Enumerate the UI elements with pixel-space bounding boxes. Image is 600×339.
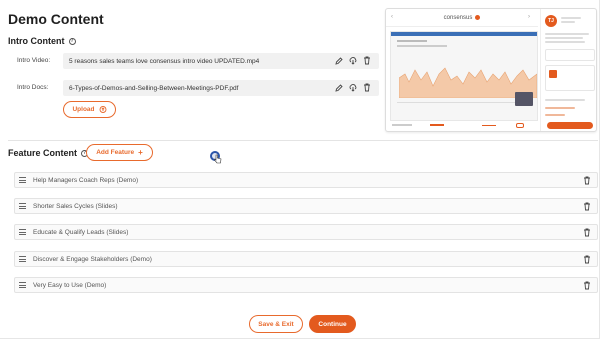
preview-text-line — [397, 40, 427, 42]
chevron-left-icon[interactable]: ‹ — [391, 14, 393, 20]
trash-icon[interactable] — [363, 83, 371, 92]
trash-icon[interactable] — [583, 255, 591, 264]
preview-sidebar: TJ — [540, 9, 596, 131]
presenter-video-thumb — [515, 92, 533, 106]
pointer-hand-icon — [214, 154, 222, 164]
trash-icon[interactable] — [363, 56, 371, 65]
preview-text-line — [545, 33, 589, 35]
demo-preview[interactable]: consensus ‹ › TJ — [385, 8, 597, 132]
trash-icon[interactable] — [583, 228, 591, 237]
feature-label: Help Managers Coach Reps (Demo) — [33, 176, 139, 184]
page-title: Demo Content — [8, 11, 104, 27]
chevron-right-icon[interactable]: › — [528, 14, 530, 20]
preview-text-line — [545, 41, 585, 43]
intro-docs-label: Intro Docs: — [17, 84, 49, 91]
upload-icon — [99, 105, 107, 114]
intro-section-title: Intro Content ? — [8, 36, 76, 46]
drag-handle-icon[interactable] — [19, 256, 26, 262]
feature-label: Educate & Qualify Leads (Slides) — [33, 228, 129, 236]
preview-text-line — [561, 21, 575, 23]
feature-row[interactable]: Discover & Engage Stakeholders (Demo) — [14, 251, 598, 267]
feature-label: Very Easy to Use (Demo) — [33, 281, 107, 289]
preview-header: consensus — [386, 9, 538, 27]
intro-video-filename: 5 reasons sales teams love consensus int… — [69, 57, 260, 65]
add-feature-button[interactable]: Add Feature + — [86, 144, 153, 161]
save-exit-button[interactable]: Save & Exit — [249, 315, 303, 333]
preview-cta-button — [547, 122, 593, 129]
plus-icon: + — [138, 147, 143, 157]
drag-handle-icon[interactable] — [19, 203, 26, 209]
preview-brand: consensus — [443, 14, 473, 21]
preview-axis — [397, 102, 533, 103]
feature-section-title: Feature Content ? — [8, 148, 89, 158]
drag-handle-icon[interactable] — [19, 177, 26, 183]
cloud-download-icon[interactable] — [349, 83, 357, 92]
pencil-icon[interactable] — [335, 56, 343, 65]
intro-docs-actions — [335, 83, 371, 92]
intro-video-file: 5 reasons sales teams love consensus int… — [63, 53, 379, 69]
intro-section-label: Intro Content — [8, 36, 65, 46]
feature-row[interactable]: Very Easy to Use (Demo) — [14, 277, 598, 293]
preview-text-line — [545, 99, 585, 101]
feature-section-label: Feature Content — [8, 148, 78, 158]
help-circle-icon[interactable]: ? — [68, 37, 76, 45]
mouse-cursor — [210, 151, 222, 164]
feature-row[interactable]: Educate & Qualify Leads (Slides) — [14, 224, 598, 240]
preview-side-card — [545, 65, 595, 91]
drag-handle-icon[interactable] — [19, 229, 26, 235]
trash-icon[interactable] — [583, 202, 591, 211]
feature-row[interactable]: Shorter Sales Cycles (Slides) — [14, 198, 598, 214]
drag-handle-icon[interactable] — [19, 282, 26, 288]
intro-docs-file: 6-Types-of-Demos-and-Selling-Between-Mee… — [63, 80, 379, 96]
pencil-icon[interactable] — [335, 83, 343, 92]
preview-text-line — [545, 114, 565, 116]
avatar: TJ — [545, 15, 557, 27]
preview-text-line — [545, 37, 583, 39]
brand-logo-icon — [475, 15, 481, 20]
preview-side-card — [545, 49, 595, 61]
trash-icon[interactable] — [583, 281, 591, 290]
intro-video-actions — [335, 56, 371, 65]
trash-icon[interactable] — [583, 176, 591, 185]
feature-label: Discover & Engage Stakeholders (Demo) — [33, 255, 152, 263]
continue-button[interactable]: Continue — [309, 315, 356, 333]
preview-topbar — [391, 32, 537, 36]
preview-footer — [390, 122, 538, 131]
cloud-download-icon[interactable] — [349, 56, 357, 65]
preview-text-line — [561, 17, 581, 19]
preview-text-line — [545, 107, 575, 109]
add-feature-label: Add Feature — [96, 149, 135, 156]
intro-docs-filename: 6-Types-of-Demos-and-Selling-Between-Mee… — [69, 84, 239, 92]
preview-text-line — [397, 45, 447, 47]
feature-label: Shorter Sales Cycles (Slides) — [33, 202, 118, 210]
upload-button-label: Upload — [72, 106, 95, 113]
feature-row[interactable]: Help Managers Coach Reps (Demo) — [14, 172, 598, 188]
section-divider — [8, 140, 598, 141]
intro-video-label: Intro Video: — [17, 57, 51, 64]
upload-button[interactable]: Upload — [63, 101, 116, 118]
preview-screen — [390, 31, 538, 121]
